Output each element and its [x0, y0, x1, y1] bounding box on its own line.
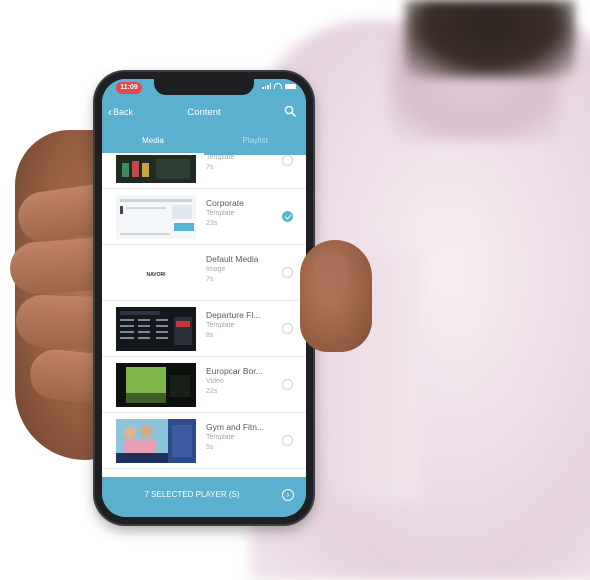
list-item[interactable]: Europcar Bor... Video 22s: [102, 357, 306, 413]
media-list: Template 7s Corporate Template 23s NAVOR…: [102, 155, 306, 480]
tab-playlist[interactable]: Playlist: [204, 133, 306, 153]
person-beard: [405, 0, 575, 78]
media-duration: 5s: [206, 444, 214, 451]
list-item[interactable]: Template 7s: [102, 155, 306, 189]
status-time: 11:09: [116, 82, 142, 94]
media-type: Template: [206, 155, 235, 161]
list-item[interactable]: Corporate Template 23s: [102, 189, 306, 245]
list-item[interactable]: NAVORI Default Media Image 7s: [102, 245, 306, 301]
media-type: Template: [206, 322, 235, 329]
select-radio[interactable]: [282, 267, 293, 278]
select-radio[interactable]: [282, 435, 293, 446]
media-thumbnail: [116, 155, 196, 183]
media-thumbnail: [116, 363, 196, 407]
media-type: Image: [206, 266, 226, 273]
media-type: Template: [206, 210, 235, 217]
page-title: Content: [187, 107, 221, 118]
wifi-icon: [274, 83, 282, 89]
select-radio[interactable]: [282, 379, 293, 390]
arrow-right-circle-icon[interactable]: ›: [282, 489, 294, 501]
select-radio[interactable]: [282, 323, 293, 334]
select-radio[interactable]: [282, 155, 293, 166]
media-thumbnail: [116, 307, 196, 351]
status-icons: [262, 83, 296, 89]
media-name: Departure Fl...: [206, 310, 261, 320]
selected-check-icon[interactable]: [282, 211, 293, 222]
media-type: Video: [206, 378, 224, 385]
media-name: Europcar Bor...: [206, 366, 263, 376]
phone-notch: [154, 79, 254, 95]
media-duration: 23s: [206, 220, 218, 227]
media-name: Gym and Fitn...: [206, 422, 265, 432]
signal-icon: [262, 83, 271, 89]
tab-bar: Media Playlist: [102, 133, 306, 153]
media-name: Default Media: [206, 254, 259, 264]
list-item[interactable]: Gym and Fitn... Template 5s: [102, 413, 306, 469]
media-duration: 7s: [206, 164, 214, 171]
navori-logo: NAVORI: [146, 272, 166, 278]
media-duration: 7s: [206, 276, 214, 283]
search-icon[interactable]: [284, 105, 296, 117]
thumb-nail: [314, 252, 348, 298]
media-thumbnail: NAVORI: [116, 251, 196, 295]
media-type: Template: [206, 434, 235, 441]
selected-players-button[interactable]: 7 SELECTED PLAYER (S) ›: [102, 477, 306, 517]
media-duration: 22s: [206, 388, 218, 395]
selected-players-label: 7 SELECTED PLAYER (S): [144, 490, 240, 499]
media-thumbnail: [116, 419, 196, 463]
media-thumbnail: [116, 195, 196, 239]
media-name: Corporate: [206, 198, 244, 208]
media-duration: 8s: [206, 332, 214, 339]
phone-screen: 11:09 ‹ Back Content Media Playlist Temp…: [102, 79, 306, 517]
list-item[interactable]: Departure Fl... Template 8s: [102, 301, 306, 357]
battery-icon: [285, 83, 296, 89]
tab-media[interactable]: Media: [102, 133, 204, 153]
